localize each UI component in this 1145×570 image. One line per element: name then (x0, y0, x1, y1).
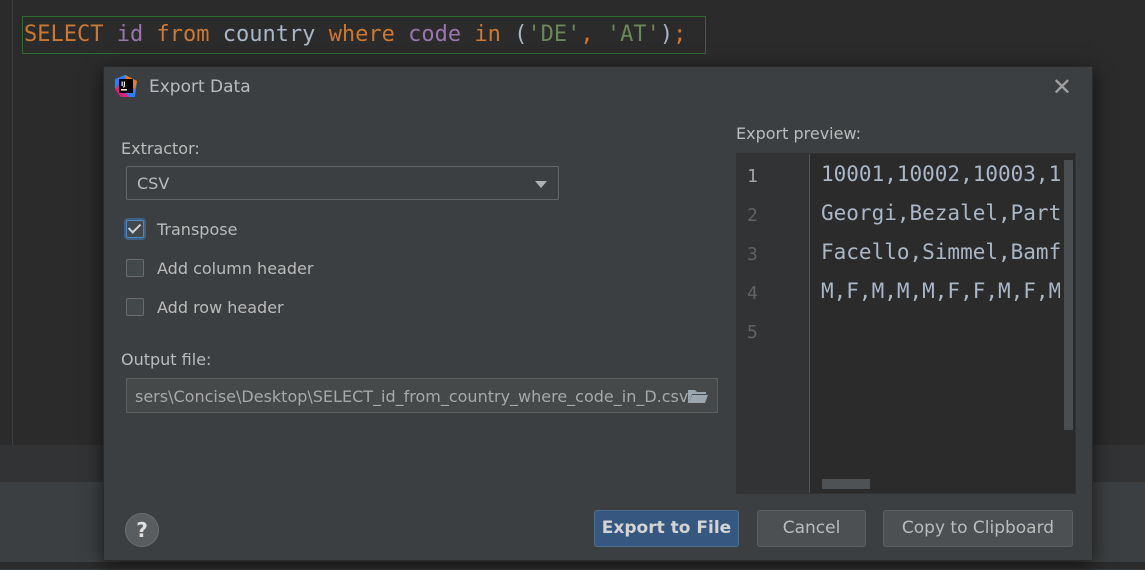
extractor-value: CSV (137, 174, 170, 193)
copy-to-clipboard-button[interactable]: Copy to Clipboard (883, 510, 1073, 547)
add-row-header-checkbox[interactable] (126, 298, 144, 316)
add-row-header-label: Add row header (157, 298, 284, 317)
extractor-select[interactable]: CSV (126, 166, 559, 200)
preview-line: Facello,Simmel,Bamfo (821, 240, 1074, 264)
sql-statement[interactable]: SELECT id from country where code in ('D… (22, 16, 706, 54)
status-strip (0, 562, 1145, 569)
sql-token: ; (673, 22, 687, 47)
preview-line: M,F,M,M,M,F,F,M,F,M (821, 279, 1062, 303)
export-preview[interactable]: 1 2 3 4 5 10001,10002,10003,1 Georgi,Bez… (736, 153, 1076, 494)
sql-token: in (474, 22, 501, 47)
sql-token: from (156, 22, 210, 47)
line-number: 3 (747, 244, 758, 265)
preview-line: Georgi,Bezalel,Parto (821, 201, 1074, 225)
preview-horizontal-scroll-thumb[interactable] (822, 479, 870, 489)
sql-token: id (116, 22, 144, 47)
output-file-field[interactable]: sers\Concise\Desktop\SELECT_id_from_coun… (126, 378, 718, 413)
add-column-header-label: Add column header (157, 259, 314, 278)
sql-token: ( (500, 22, 528, 47)
preview-line: 10001,10002,10003,1 (821, 162, 1062, 186)
sql-token: 'AT' (606, 22, 660, 47)
output-file-path[interactable]: sers\Concise\Desktop\SELECT_id_from_coun… (135, 387, 688, 406)
export-data-dialog: IJ Export Data ✕ Extractor: CSV Transpos… (103, 66, 1093, 561)
line-number: 4 (747, 283, 758, 304)
output-file-label: Output file: (121, 350, 212, 369)
svg-text:IJ: IJ (121, 81, 125, 88)
export-preview-label: Export preview: (736, 124, 862, 143)
folder-icon[interactable] (687, 388, 709, 404)
sql-token: ) (659, 22, 674, 47)
dialog-title: Export Data (149, 77, 251, 97)
dialog-titlebar: IJ Export Data ✕ (104, 67, 1092, 111)
help-button[interactable]: ? (125, 513, 159, 547)
preview-vertical-scroll-thumb[interactable] (1064, 160, 1073, 430)
transpose-label: Transpose (157, 220, 238, 239)
chevron-down-icon (535, 181, 547, 188)
cancel-button[interactable]: Cancel (757, 510, 866, 547)
add-column-header-checkbox[interactable] (126, 259, 144, 277)
export-to-file-button[interactable]: Export to File (594, 510, 739, 547)
preview-gutter-separator (809, 154, 810, 493)
editor-gutter-line (12, 0, 13, 445)
intellij-app-icon: IJ (115, 75, 137, 97)
sql-token: where (328, 22, 395, 47)
close-icon[interactable]: ✕ (1052, 73, 1072, 101)
sql-token: SELECT (24, 22, 104, 47)
sql-token: , (580, 22, 607, 47)
transpose-checkbox[interactable] (126, 220, 144, 238)
sql-token: code (408, 22, 462, 47)
line-number: 1 (747, 166, 758, 187)
sql-token: country (209, 22, 329, 47)
sql-token: 'DE' (527, 22, 581, 47)
extractor-label: Extractor: (121, 139, 200, 158)
line-number: 5 (747, 322, 758, 343)
line-number: 2 (747, 205, 758, 226)
